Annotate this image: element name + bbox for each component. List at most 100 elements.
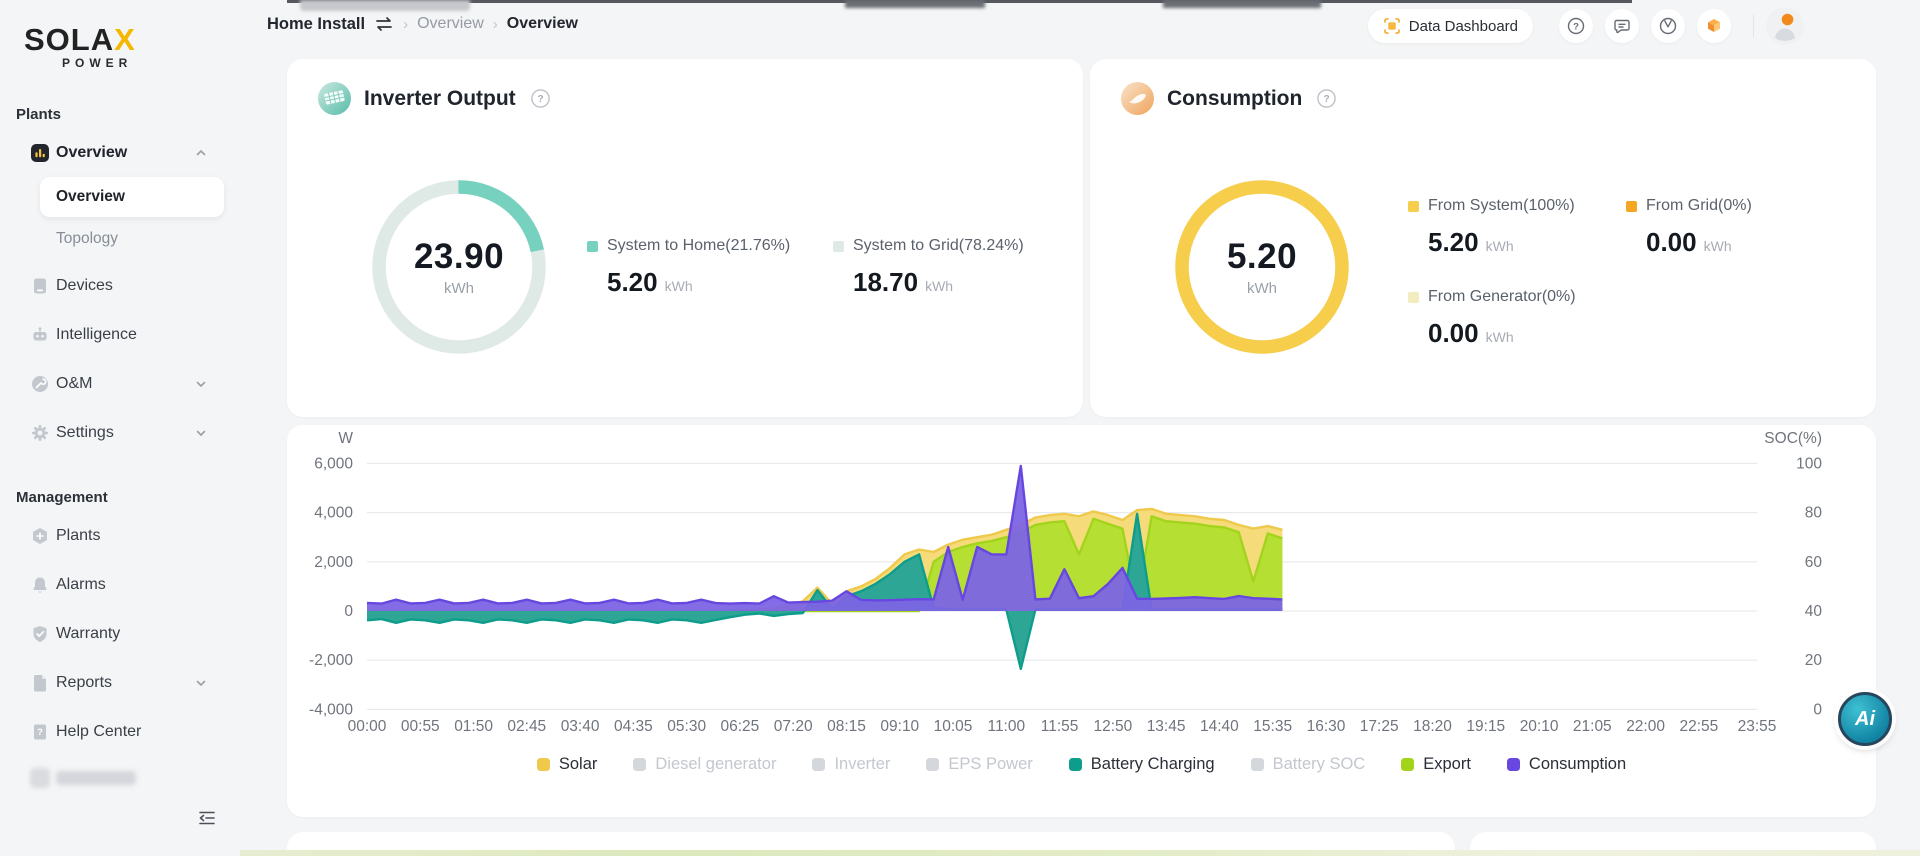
sidebar-item-label: Plants [56,527,101,544]
sidebar-item-settings[interactable]: Settings [0,413,240,453]
svg-text:13:45: 13:45 [1147,718,1186,735]
help-icon[interactable]: ? [1317,89,1337,108]
legend-marker [1408,291,1419,303]
breadcrumb: Home Install › Overview › Overview [267,0,578,48]
consumption-legend-item-2: From Generator(0%) 0.00 kWh [1408,288,1626,349]
help-center-icon: ? [30,722,50,742]
legend-label: System to Grid(78.24%) [853,237,1024,254]
breadcrumb-plant-name[interactable]: Home Install [267,15,365,34]
devices-icon [30,276,50,296]
breadcrumb-current-page: Overview [506,15,578,32]
svg-text:16:30: 16:30 [1307,718,1346,735]
svg-text:22:00: 22:00 [1626,718,1665,735]
legend-value: 0.00 [1646,227,1697,257]
om-icon [30,374,50,394]
svg-text:-4,000: -4,000 [309,701,353,718]
svg-text:20: 20 [1805,652,1823,669]
sidebar-item-plants[interactable]: Plants [0,516,240,556]
sidebar-item-overview[interactable]: Overview [0,133,240,173]
svg-text:00:55: 00:55 [401,718,440,735]
alarms-icon [30,575,50,595]
legend-value: 5.20 [1428,227,1479,257]
consumption-title: Consumption [1167,86,1303,110]
data-dashboard-label: Data Dashboard [1408,17,1518,35]
inverter-output-title: Inverter Output [364,86,516,110]
help-icon: ? [1566,16,1586,36]
legend-label: Consumption [1528,755,1627,773]
chart-legend-item-battery-soc[interactable]: Battery SOC [1250,755,1365,774]
feedback-icon-button[interactable] [1605,9,1639,43]
user-avatar[interactable] [1766,7,1804,45]
settings-icon [30,423,50,443]
svg-text:?: ? [37,727,43,737]
svg-text:4,000: 4,000 [314,505,353,522]
sidebar-subitem-topology[interactable]: Topology [40,221,240,257]
legend-marker [1250,758,1264,771]
clock-icon-button[interactable] [1651,9,1685,43]
legend-unit: kWh [1485,329,1514,345]
sidebar-item-o-m[interactable]: O&M [0,364,240,404]
clock-icon [1658,16,1678,36]
switch-plant-icon[interactable] [374,16,394,32]
sidebar-subitem-overview[interactable]: Overview [40,177,224,217]
plants-icon [30,526,50,546]
data-dashboard-button[interactable]: Data Dashboard [1367,9,1533,43]
sidebar-item-label: Warranty [56,625,121,642]
sidebar-item-label: Intelligence [56,326,137,343]
sidebar-item-redacted[interactable] [0,758,240,798]
legend-value: 18.70 [853,267,919,297]
consumption-header: Consumption ? [1121,82,1337,115]
inverter-legend-item-0: System to Home(21.76%) 5.20 kWh [587,237,797,298]
svg-text:02:45: 02:45 [507,718,546,735]
consumption-total-value: 5.20 [1226,237,1298,276]
solar-panel-icon [318,82,351,115]
sidebar-item-label: Alarms [56,576,106,593]
legend-label: System to Home(21.76%) [607,237,791,254]
svg-text:-2,000: -2,000 [309,652,353,669]
chart-legend-item-diesel-generator[interactable]: Diesel generator [633,755,776,774]
sidebar-item-devices[interactable]: Devices [0,266,240,306]
sidebar-collapse-button[interactable] [194,806,220,830]
chevron-down-icon [194,426,208,440]
topbar-divider [1753,15,1754,37]
consumption-total-unit: kWh [1247,280,1277,297]
chart-legend-item-solar[interactable]: Solar [536,755,598,774]
svg-text:20:10: 20:10 [1520,718,1559,735]
chart-legend-item-eps-power[interactable]: EPS Power [926,755,1033,774]
help-icon-button[interactable]: ? [1559,9,1593,43]
apps-icon-button[interactable] [1697,9,1731,43]
sidebar-item-warranty[interactable]: Warranty [0,614,240,654]
help-icon[interactable]: ? [530,89,550,108]
legend-label: From System(100%) [1428,197,1575,214]
power-time-chart: W SOC(%) 6,000 100 4,000 80 2,000 60 0 40 -2,000 20… [309,430,1823,735]
chart-legend-item-battery-charging[interactable]: Battery Charging [1068,755,1215,774]
topbar-icon-buttons: ? [1547,9,1731,43]
chart-legend-item-inverter[interactable]: Inverter [812,755,890,774]
legend-label: Battery Charging [1090,755,1215,773]
chevron-down-icon [194,377,208,391]
chart-legend-item-export[interactable]: Export [1401,755,1471,774]
chevron-down-icon [194,676,208,690]
legend-label: Diesel generator [655,755,777,773]
svg-text:2,000: 2,000 [314,554,353,571]
sidebar-item-reports[interactable]: Reports [0,663,240,703]
breadcrumb-section[interactable]: Overview [417,15,484,33]
legend-unit: kWh [1703,238,1732,254]
legend-value: 0.00 [1428,318,1479,348]
sidebar-item-label: Help Center [56,723,142,740]
sidebar-item-help-center[interactable]: ? Help Center [0,712,240,752]
sidebar-item-alarms[interactable]: Alarms [0,565,240,605]
legend-marker [587,240,598,252]
legend-label: Solar [558,755,598,773]
svg-text:01:50: 01:50 [454,718,493,735]
legend-marker [536,758,550,771]
legend-unit: kWh [1485,238,1514,254]
svg-text:15:35: 15:35 [1253,718,1292,735]
avatar-icon [1766,7,1804,45]
sidebar-section-plants: Plants [16,106,62,123]
sidebar-item-label: O&M [56,375,93,392]
sidebar-item-intelligence[interactable]: Intelligence [0,315,240,355]
ai-assistant-button[interactable]: Ai [1838,692,1892,746]
consumption-legend-item-0: From System(100%) 5.20 kWh [1408,197,1626,258]
chart-legend-item-consumption[interactable]: Consumption [1506,755,1627,774]
